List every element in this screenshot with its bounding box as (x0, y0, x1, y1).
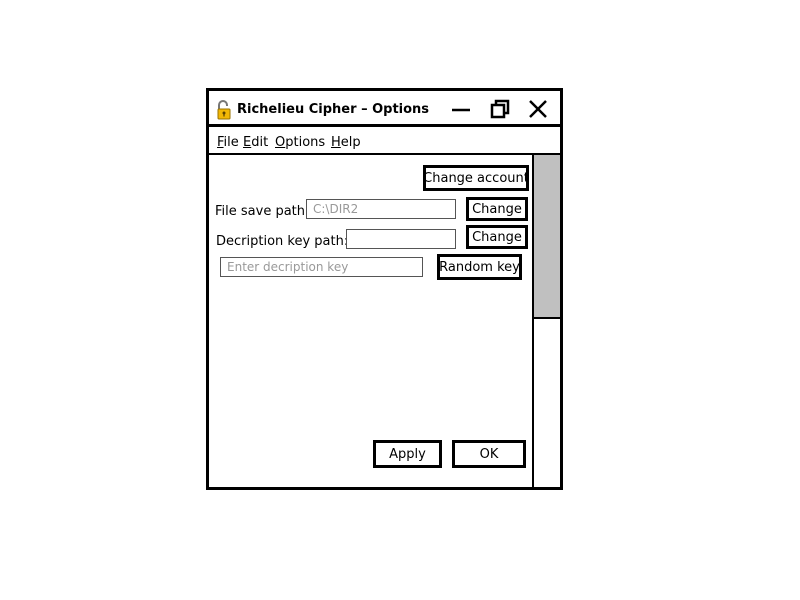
options-window: Richelieu Cipher – Options File Edit Opt… (206, 88, 563, 490)
decription-key-path-field[interactable] (346, 229, 456, 249)
menu-help[interactable]: Help (331, 135, 361, 150)
vertical-scrollbar[interactable] (532, 155, 560, 487)
file-save-path-change-button[interactable]: Change (466, 197, 528, 221)
ok-button[interactable]: OK (452, 440, 526, 468)
menu-options[interactable]: Options (275, 135, 325, 150)
change-account-button[interactable]: Change account (423, 165, 529, 191)
close-button[interactable] (525, 97, 551, 121)
menu-bar: File Edit Options Help (209, 127, 560, 155)
random-key-button[interactable]: Random key (437, 254, 522, 280)
restore-button[interactable] (487, 97, 513, 121)
close-icon (529, 100, 547, 118)
decription-key-path-label: Decription key path: (216, 234, 349, 249)
padlock-open-icon (215, 100, 233, 120)
decription-key-input[interactable]: Enter decription key (220, 257, 423, 277)
minimize-icon (452, 108, 470, 112)
window-title: Richelieu Cipher – Options (237, 102, 430, 117)
apply-button[interactable]: Apply (373, 440, 442, 468)
decription-key-path-change-button[interactable]: Change (466, 225, 528, 249)
minimize-button[interactable] (448, 97, 474, 121)
file-save-path-label: File save path: (215, 204, 310, 219)
scrollbar-thumb[interactable] (534, 155, 560, 319)
file-save-path-field[interactable]: C:\DIR2 (306, 199, 456, 219)
title-bar[interactable]: Richelieu Cipher – Options (209, 91, 560, 127)
restore-icon (490, 99, 510, 119)
menu-edit[interactable]: Edit (243, 135, 268, 150)
menu-file[interactable]: File (217, 135, 239, 150)
